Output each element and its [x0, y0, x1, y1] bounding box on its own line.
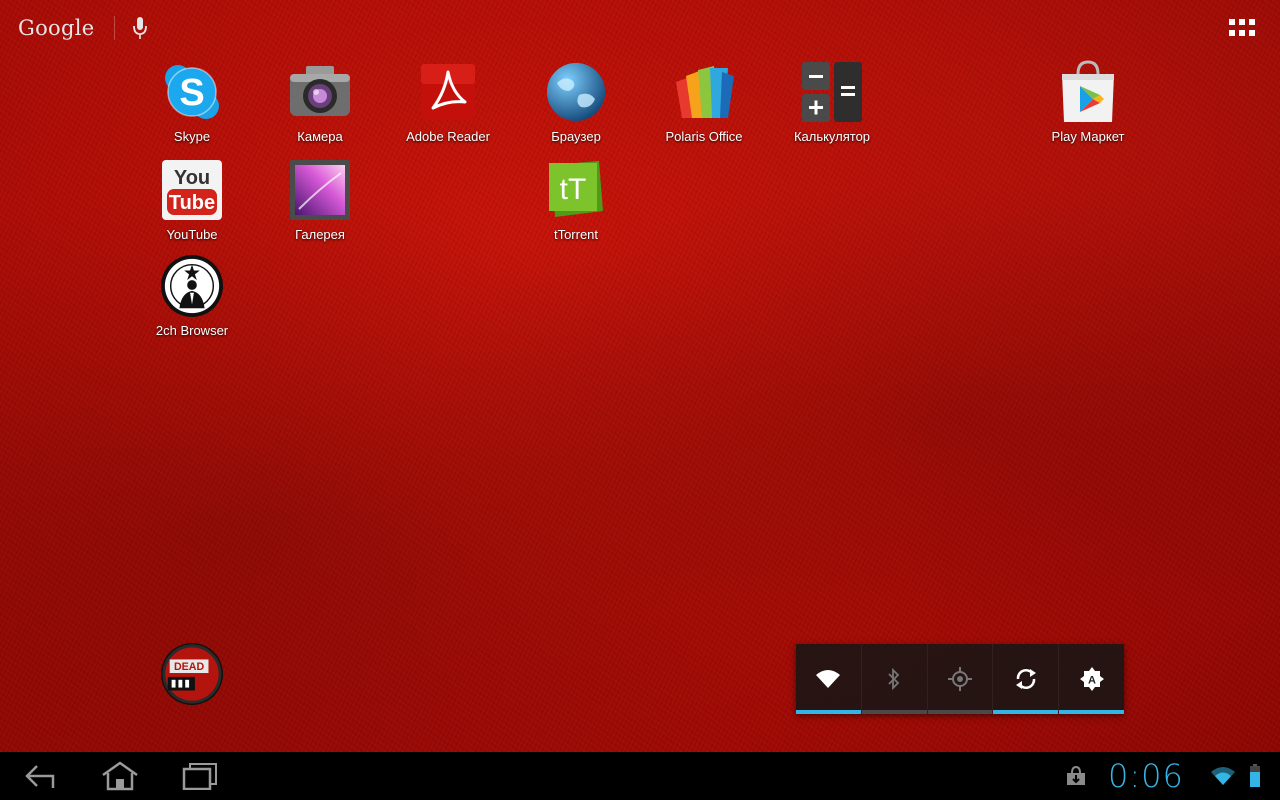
toggle-indicator: [1059, 710, 1124, 714]
shortcut-browser[interactable]: Браузер: [516, 60, 636, 144]
polaris-office-icon: [672, 60, 736, 124]
browser-globe-icon: [544, 60, 608, 124]
shortcut-label: Камера: [297, 129, 343, 144]
back-icon: [25, 765, 55, 788]
sync-icon: [1015, 669, 1036, 689]
dead-trigger-icon: DEAD: [160, 642, 224, 706]
brightness-toggle[interactable]: A: [1059, 644, 1124, 714]
play-store-icon: [1056, 60, 1120, 124]
shortcut-label: Skype: [173, 129, 211, 144]
adobe-reader-icon: [416, 60, 480, 124]
gallery-icon: [288, 158, 352, 222]
calculator-icon: [800, 60, 864, 124]
svg-text:A: A: [1088, 675, 1096, 687]
shortcut-label: Play Маркет: [1051, 129, 1125, 144]
back-button[interactable]: [10, 752, 70, 800]
shortcut-2ch-browser[interactable]: 2ch Browser: [132, 254, 252, 338]
recent-apps-icon: [182, 763, 217, 790]
shortcut-label: 2ch Browser: [155, 323, 229, 338]
toggle-indicator: [796, 710, 861, 714]
sync-toggle[interactable]: [993, 644, 1060, 714]
brightness-auto-icon: A: [1079, 667, 1104, 691]
wifi-toggle[interactable]: [796, 644, 862, 714]
shortcut-label: Галерея: [295, 227, 345, 242]
camera-icon: [288, 60, 352, 124]
youtube-icon: You Tube: [160, 158, 224, 222]
shortcut-calculator[interactable]: Калькулятор: [772, 60, 892, 144]
bluetooth-icon: [888, 668, 900, 690]
skype-icon: S: [160, 60, 224, 124]
shortcut-gallery[interactable]: Галерея: [260, 158, 380, 242]
ttorrent-icon: tT: [544, 158, 608, 222]
shortcut-play-store[interactable]: Play Маркет: [1028, 60, 1148, 144]
download-notification-icon[interactable]: [1064, 764, 1088, 788]
recent-apps-button[interactable]: [170, 752, 230, 800]
shortcut-skype[interactable]: S Skype: [132, 60, 252, 144]
svg-text:Tube: Tube: [169, 192, 215, 214]
toggle-indicator: [993, 710, 1059, 714]
battery-icon: [1248, 764, 1262, 788]
wifi-signal-icon: [1210, 764, 1236, 788]
google-search-bar[interactable]: Google: [18, 10, 151, 46]
svg-text:You: You: [174, 167, 210, 189]
shortcut-label: Polaris Office: [665, 129, 743, 144]
search-divider: [114, 16, 116, 40]
bluetooth-toggle[interactable]: [861, 644, 928, 714]
toggle-indicator: [927, 710, 993, 714]
microphone-icon[interactable]: [129, 13, 151, 43]
google-logo-text[interactable]: Google: [18, 16, 94, 40]
shortcut-label: Браузер: [551, 129, 601, 144]
shortcut-polaris-office[interactable]: Polaris Office: [644, 60, 764, 144]
svg-text:DEAD: DEAD: [174, 661, 204, 673]
app-grid-icon: [1229, 19, 1255, 36]
wifi-icon: [816, 670, 841, 688]
gps-icon: [947, 667, 972, 691]
svg-text:S: S: [179, 72, 204, 114]
svg-text:tT: tT: [560, 173, 587, 206]
power-control-widget: A: [796, 644, 1124, 714]
2ch-browser-icon: [160, 254, 224, 318]
toggle-indicator: [861, 710, 927, 714]
status-clock[interactable]: 0:06: [1108, 756, 1184, 796]
system-bar: 0:06: [0, 752, 1280, 800]
shortcut-ttorrent[interactable]: tT tTorrent: [516, 158, 636, 242]
all-apps-button[interactable]: [1226, 14, 1260, 44]
home-button[interactable]: [90, 752, 150, 800]
shortcut-adobe-reader[interactable]: Adobe Reader: [388, 60, 508, 144]
shortcut-label: YouTube: [166, 227, 218, 242]
gps-toggle[interactable]: [927, 644, 994, 714]
shortcut-dead-trigger[interactable]: DEAD: [132, 642, 252, 706]
shortcut-label: tTorrent: [553, 227, 599, 242]
shortcut-label: Adobe Reader: [406, 129, 490, 144]
shortcut-camera[interactable]: Камера: [260, 60, 380, 144]
shortcut-label: Калькулятор: [793, 129, 871, 144]
home-icon: [102, 761, 138, 791]
shortcut-youtube[interactable]: You Tube YouTube: [132, 158, 252, 242]
